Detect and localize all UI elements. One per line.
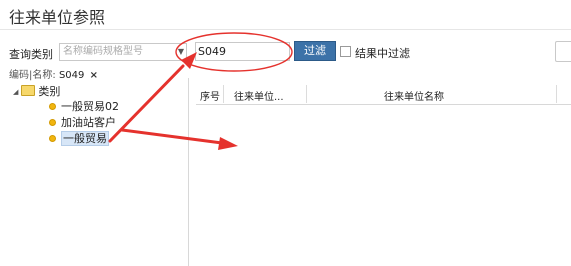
tree-root-label: 类别: [38, 85, 61, 98]
chevron-down-icon[interactable]: ▼: [178, 44, 184, 60]
column-separator[interactable]: [556, 85, 557, 103]
tree-item-general-trade[interactable]: 一般贸易: [49, 130, 109, 146]
tree-item-general-trade-02[interactable]: 一般贸易02: [49, 98, 119, 114]
query-category-label: 查询类别: [9, 48, 53, 61]
grid-header: 序号 往来单位... 往来单位名称: [196, 84, 571, 105]
tree-item-gas-station-customer[interactable]: 加油站客户: [49, 114, 116, 130]
result-filter-checkbox[interactable]: [340, 46, 351, 57]
leaf-node-icon: [49, 119, 56, 126]
result-filter-label: 结果中过滤: [355, 47, 410, 60]
column-header-index[interactable]: 序号: [200, 88, 220, 103]
column-separator[interactable]: [306, 85, 307, 103]
filter-button[interactable]: 过滤: [294, 41, 336, 61]
category-select-placeholder: 名称编码规格型号: [63, 46, 143, 57]
options-button[interactable]: [555, 41, 571, 62]
collapse-toggle-icon[interactable]: ◢: [13, 88, 18, 96]
column-separator[interactable]: [223, 85, 224, 103]
tree-root-node[interactable]: ◢ 类别: [13, 83, 60, 99]
tree-item-label: 一般贸易02: [61, 100, 119, 113]
folder-icon: [21, 85, 36, 96]
leaf-node-icon: [49, 135, 56, 142]
column-header-unit-code[interactable]: 往来单位...: [234, 88, 284, 103]
filter-input[interactable]: S049: [195, 42, 290, 61]
grid-body: [196, 105, 571, 266]
title-divider: [0, 29, 571, 30]
column-header-unit-name[interactable]: 往来单位名称: [384, 88, 444, 103]
tree-item-label: 一般贸易: [61, 131, 109, 146]
tree-item-label: 加油站客户: [61, 116, 116, 129]
category-select[interactable]: 名称编码规格型号 ▼: [59, 43, 187, 61]
leaf-node-icon: [49, 103, 56, 110]
page-title: 往来单位参照: [9, 8, 106, 27]
